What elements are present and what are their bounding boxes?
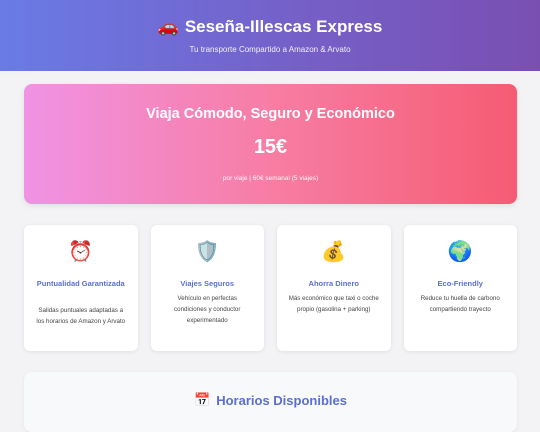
feature-desc: Reduce tu huella de carbono compartiendo… [420,295,500,313]
globe-icon: 🌍 [447,241,473,263]
price-detail: por viaje | 60€ semanal (5 viajes) [222,175,319,182]
price-banner: Viaja Cómodo, Seguro y Económico 15€ por… [24,84,517,204]
schedule-section: 📅 Horarios Disponibles [24,372,517,432]
money-bag-icon: 💰 [321,241,347,263]
alarm-clock-icon: ⏰ [68,241,94,263]
price-value: 15€ [253,136,288,158]
feature-card-punctuality: ⏰ Puntualidad Garantizada Salidas puntua… [24,225,138,351]
car-icon: 🚗 [157,17,179,36]
feature-card-safety: 🛡️ Viajes Seguros Vehículo en perfectas … [150,225,264,351]
banner-title: Viaja Cómodo, Seguro y Económico [146,106,395,122]
feature-cards: ⏰ Puntualidad Garantizada Salidas puntua… [24,225,517,351]
feature-title: Ahorra Dinero [308,279,359,288]
calendar-icon: 📅 [194,392,211,407]
schedule-title: 📅 Horarios Disponibles [24,392,517,408]
feature-card-savings: 💰 Ahorra Dinero Más económico que taxi o… [277,225,391,351]
feature-desc: Más económico que taxi o coche propio (g… [288,295,379,313]
feature-title: Viajes Seguros [180,279,235,288]
feature-title: Puntualidad Garantizada [36,279,125,288]
feature-desc: Vehículo en perfectas condiciones y cond… [174,295,241,324]
site-title-text: Seseña-Illescas Express [184,17,383,36]
site-title: 🚗 Seseña-Illescas Express [0,16,540,38]
feature-title: Eco-Friendly [437,279,483,288]
feature-card-eco: 🌍 Eco-Friendly Reduce tu huella de carbo… [403,225,517,351]
feature-desc: Salidas puntuales adaptadas a los horari… [36,307,126,325]
schedule-title-text: Horarios Disponibles [216,392,347,408]
site-header: 🚗 Seseña-Illescas Express Tu transporte … [0,0,540,71]
site-subtitle: Tu transporte Compartido a Amazon & Arva… [189,45,351,54]
shield-icon: 🛡️ [194,241,220,263]
